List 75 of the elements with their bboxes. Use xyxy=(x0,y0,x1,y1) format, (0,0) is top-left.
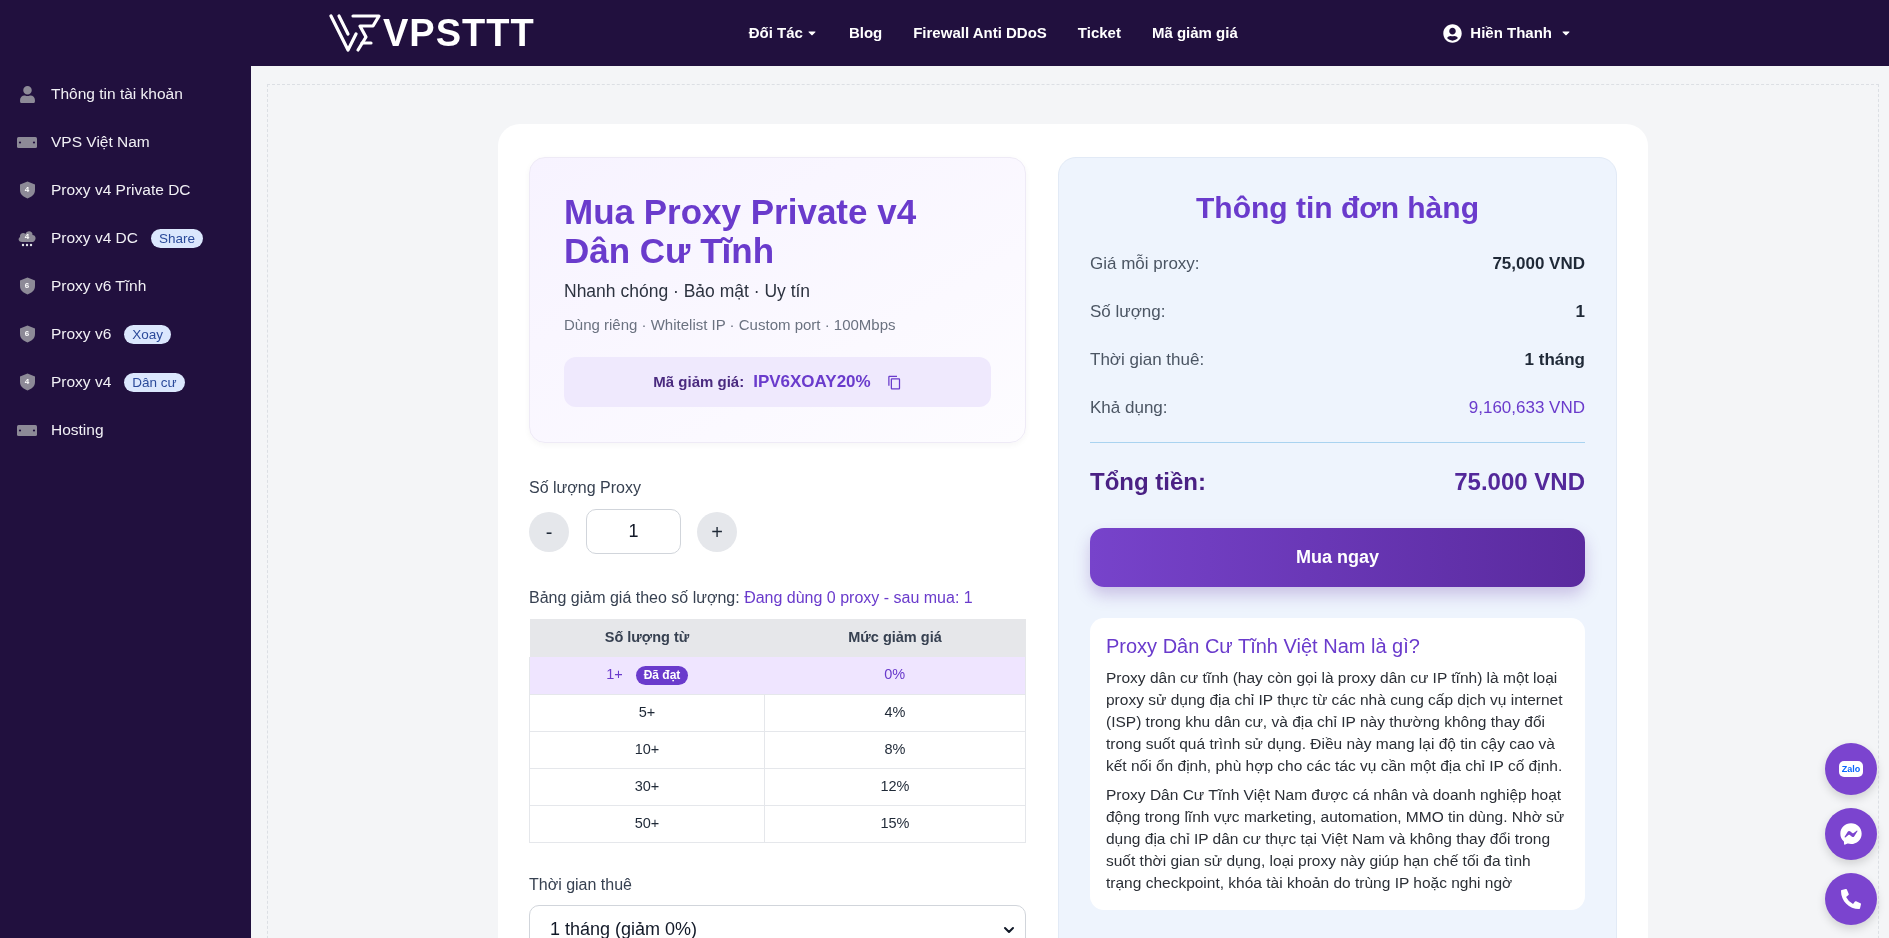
sidebar-badge: Xoay xyxy=(124,324,172,344)
order-value: 9,160,633 VND xyxy=(1468,397,1585,419)
table-cell: 8% xyxy=(764,731,1026,768)
table-cell: 0% xyxy=(764,657,1026,694)
increment-button[interactable]: + xyxy=(697,511,737,552)
table-header-cell: Số lượng từ xyxy=(529,619,765,657)
coupon-label: Mã giảm giá: xyxy=(653,371,745,392)
table-cell: 4% xyxy=(764,694,1026,731)
tier-label: 50+ xyxy=(634,813,660,833)
product-title: Mua Proxy Private v4 Dân Cư Tĩnh xyxy=(564,192,918,270)
phone-icon xyxy=(1841,889,1861,909)
info-paragraph: Proxy dân cư tĩnh (hay còn gọi là proxy dân cư IP tĩnh) là một loại proxy sử dụng địa chỉ IP thực từ các nhà cung cấp dịch vụ internet (ISP) trong khu dân cư, và địa chỉ IP này thường không thay đổi trong suốt quá trình sử dụng. Điều này mang lại độ tin cậy cao và kết nối ổn định, phù hợp cho các tác vụ cần một địa chỉ IP cố định. xyxy=(1106,668,1564,776)
server-icon xyxy=(17,136,37,148)
zalo-logo: Zalo xyxy=(1838,761,1864,777)
sidebar-item[interactable]: 4 Proxy v4 Private DC xyxy=(0,166,251,214)
messenger-button[interactable] xyxy=(1825,808,1877,860)
quantity-input[interactable]: 1 xyxy=(586,509,681,554)
nav-link[interactable]: Mã giảm giá xyxy=(1151,21,1238,45)
sidebar-badge: Share xyxy=(151,228,204,248)
achieved-badge: Đã đạt xyxy=(635,665,689,685)
sidebar-item[interactable]: 4 Proxy v4 DC Share xyxy=(0,214,251,262)
order-value: 75,000 VND xyxy=(1492,253,1585,275)
nav-link[interactable]: Blog xyxy=(848,21,883,45)
table-header-cell: Mức giảm giá xyxy=(764,619,1026,657)
info-title: Proxy Dân Cư Tĩnh Việt Nam là gì? xyxy=(1106,634,1421,659)
product-features: Dùng riêng · Whitelist IP · Custom port · 100Mbps xyxy=(564,315,897,335)
zalo-button[interactable]: Zalo xyxy=(1825,743,1877,795)
table-cell: 12% xyxy=(764,768,1026,805)
sidebar-item[interactable]: 6 Proxy v6 Tĩnh xyxy=(0,262,251,310)
tier-label: 30+ xyxy=(634,776,660,796)
server-icon xyxy=(17,424,37,436)
user-avatar-icon xyxy=(1443,23,1463,43)
phone-button[interactable] xyxy=(1825,873,1877,925)
brand-name: VPSTTT xyxy=(383,14,535,52)
sidebar-item[interactable]: 4 Proxy v4 Dân cư xyxy=(0,358,251,406)
order-title: Thông tin đơn hàng xyxy=(1195,190,1480,226)
sidebar-item[interactable]: Hosting xyxy=(0,406,251,454)
order-value: 1 xyxy=(1575,301,1585,323)
copy-icon[interactable] xyxy=(886,374,902,390)
nav-link[interactable]: Ticket xyxy=(1077,21,1121,45)
sidebar-item[interactable]: 6 Proxy v6 Xoay xyxy=(0,310,251,358)
order-label: Khả dụng: xyxy=(1090,397,1168,419)
person-icon xyxy=(18,85,36,103)
usage-status: Đang dùng 0 proxy - sau mua: 1 xyxy=(744,589,973,606)
sidebar-badge: Dân cư xyxy=(124,372,185,392)
sidebar-item[interactable]: VPS Việt Nam xyxy=(0,118,251,166)
total-value: 75.000 VND xyxy=(1454,467,1585,497)
logo-icon xyxy=(329,13,381,53)
quantity-label: Số lượng Proxy xyxy=(529,478,642,498)
discount-table-label: Bảng giảm giá theo số lượng: xyxy=(529,589,740,606)
user-menu[interactable]: Hiền Thanh xyxy=(1443,21,1572,45)
total-label: Tổng tiền: xyxy=(1090,467,1206,497)
tier-label: 10+ xyxy=(634,739,660,759)
sidebar-item[interactable]: Thông tin tài khoản xyxy=(0,70,251,118)
tier-label: 1+ xyxy=(606,665,623,685)
table-cell: 15% xyxy=(764,805,1026,842)
rental-select[interactable]: 1 tháng (giảm 0%) xyxy=(529,904,1026,938)
coupon-code: IPV6XOAY20% xyxy=(753,371,871,394)
rental-label: Thời gian thuê xyxy=(529,874,633,895)
shield-icon: 6 xyxy=(19,277,35,295)
tier-label: 5+ xyxy=(638,702,656,722)
shield-icon: 4 xyxy=(19,373,35,391)
shield-icon: 6 xyxy=(19,325,35,343)
order-value: 1 tháng xyxy=(1524,349,1585,371)
buy-now-button[interactable]: Mua ngay xyxy=(1090,528,1585,587)
order-label: Thời gian thuê: xyxy=(1090,349,1205,371)
nav-link[interactable]: Firewall Anti DDoS xyxy=(913,21,1047,45)
chat-lightning-icon xyxy=(1840,823,1862,845)
product-subtitle: Nhanh chóng · Bảo mật · Uy tín xyxy=(564,280,812,303)
info-paragraph: Proxy Dân Cư Tĩnh Việt Nam được cá nhân và doanh nghiệp hoạt động trong lĩnh vực marketing, automation, MMO tin dùng. Nhờ sử dụng địa chỉ IP dân cư thực tại Việt Nam và không thay đổi trong suốt thời gian sử dụng, loại proxy này giúp hạn chế tối đa tình trạng checkpoint, khóa tài khoản do trùng IP hoặc nghi ngờ xyxy=(1106,785,1566,893)
nav-link[interactable]: Đối Tác xyxy=(748,21,818,45)
order-label: Số lượng: xyxy=(1090,301,1166,323)
shield-icon: 4 xyxy=(19,181,35,199)
order-label: Giá mỗi proxy: xyxy=(1090,253,1200,275)
decrement-button[interactable]: - xyxy=(529,511,569,552)
